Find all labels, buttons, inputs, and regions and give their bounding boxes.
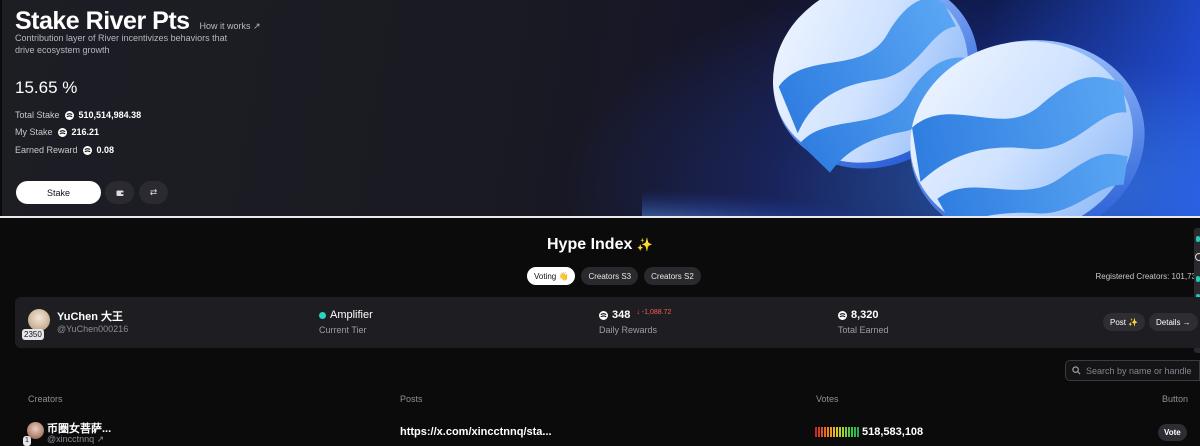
heat-segment — [827, 427, 829, 437]
my-creator-card: 2350 YuChen 大王 @YuChen000216 Amplifier C… — [15, 297, 1200, 348]
earned-reward-label: Earned Reward — [15, 145, 78, 155]
wallet-button[interactable] — [105, 181, 134, 204]
sparkle-icon: ✨ — [636, 237, 653, 252]
side-indicator-dot — [1196, 236, 1200, 242]
post-link[interactable]: https://x.com/xincctnnq/sta... — [400, 426, 552, 438]
hero-description: Contribution layer of River incentivizes… — [15, 33, 228, 55]
column-header-creators: Creators — [28, 394, 63, 404]
tab-creators-s3[interactable]: Creators S3 — [581, 267, 639, 285]
section-divider — [0, 216, 1200, 218]
heat-segment — [845, 427, 847, 437]
daily-rewards: 348 ↓ -1,088.72 — [599, 309, 671, 321]
heat-segment — [833, 427, 835, 437]
heat-segment — [839, 427, 841, 437]
heat-segment — [830, 427, 832, 437]
heat-segment — [836, 427, 838, 437]
earned-reward-stat: Earned Reward 0.08 — [15, 145, 114, 155]
hype-index-title-text: Hype Index — [547, 236, 633, 253]
tier-badge-icon — [319, 311, 326, 319]
column-header-posts: Posts — [400, 394, 423, 404]
daily-rewards-label: Daily Rewards — [599, 325, 658, 335]
total-stake-stat: Total Stake 510,514,984.38 — [15, 110, 141, 120]
heat-segment — [854, 427, 856, 437]
heat-segment — [824, 427, 826, 437]
votes-heat-bar — [815, 427, 859, 437]
details-button[interactable]: Details → — [1149, 313, 1198, 331]
rank-badge: 1 — [23, 436, 31, 446]
my-stake-value: 216.21 — [71, 127, 100, 137]
side-ring-icon — [1195, 253, 1200, 261]
stake-button[interactable]: Stake — [16, 181, 101, 204]
votes-value: 518,583,108 — [862, 426, 924, 438]
my-stake-label: My Stake — [15, 127, 53, 137]
apy-value: 15.65 % — [15, 78, 78, 97]
my-display-name: YuChen 大王 — [57, 311, 124, 323]
river-coin-icon — [64, 110, 74, 120]
daily-rewards-value: 348 — [612, 309, 631, 321]
total-earned-value: 8,320 — [851, 309, 879, 321]
table-row: 1 币圈女菩萨... @xincctnnq ↗ https://x.com/xi… — [0, 412, 1200, 446]
creator-handle-link[interactable]: @xincctnnq ↗ — [47, 434, 104, 445]
heat-segment — [851, 427, 853, 437]
vote-button[interactable]: Vote — [1158, 424, 1187, 441]
search-icon — [1072, 366, 1081, 375]
my-stake-stat: My Stake 216.21 — [15, 127, 99, 137]
river-coin-icon — [838, 310, 847, 320]
heat-segment — [815, 427, 817, 437]
avatar — [28, 309, 50, 331]
column-header-votes: Votes — [816, 394, 839, 404]
earned-reward-value: 0.08 — [96, 145, 115, 155]
rank-badge: 2350 — [22, 329, 44, 340]
heat-segment — [818, 427, 820, 437]
my-handle: @YuChen000216 — [57, 324, 129, 334]
current-tier: Amplifier — [319, 309, 373, 321]
tier-label: Current Tier — [319, 325, 367, 335]
river-logo-art — [642, 0, 1145, 216]
stake-hero-banner: Stake River Pts How it works ↗ Contribut… — [2, 0, 1200, 216]
total-stake-value: 510,514,984.38 — [78, 110, 142, 120]
heat-segment — [821, 427, 823, 437]
creator-search — [1065, 360, 1200, 381]
heat-segment — [857, 427, 859, 437]
river-coin-icon — [599, 310, 608, 320]
search-input[interactable] — [1086, 365, 1196, 376]
tab-voting[interactable]: Voting 👋 — [527, 267, 576, 285]
total-earned: 8,320 — [838, 309, 879, 321]
total-stake-label: Total Stake — [15, 110, 60, 120]
column-header-button: Button — [1162, 394, 1189, 404]
side-indicator-dot — [1196, 276, 1200, 282]
hype-index-title: Hype Index ✨ — [0, 236, 1200, 254]
tab-creators-s2[interactable]: Creators S2 — [644, 267, 701, 285]
heat-segment — [848, 427, 850, 437]
swap-arrows-icon: ⇄ — [149, 187, 158, 197]
total-earned-label: Total Earned — [838, 325, 889, 335]
river-coin-icon — [57, 127, 67, 137]
wallet-icon — [116, 190, 123, 196]
daily-rewards-delta: ↓ -1,088.72 — [636, 308, 672, 316]
river-coin-icon — [82, 145, 92, 155]
post-button[interactable]: Post ✨ — [1103, 313, 1146, 331]
registered-creators-count: Registered Creators: 101,73 — [1095, 272, 1197, 281]
tier-name: Amplifier — [330, 309, 373, 321]
how-it-works-link[interactable]: How it works ↗ — [200, 21, 261, 32]
heat-segment — [842, 427, 844, 437]
hype-tabs: Voting 👋 Creators S3 Creators S2 — [527, 267, 701, 285]
swap-button[interactable]: ⇄ — [139, 181, 168, 204]
